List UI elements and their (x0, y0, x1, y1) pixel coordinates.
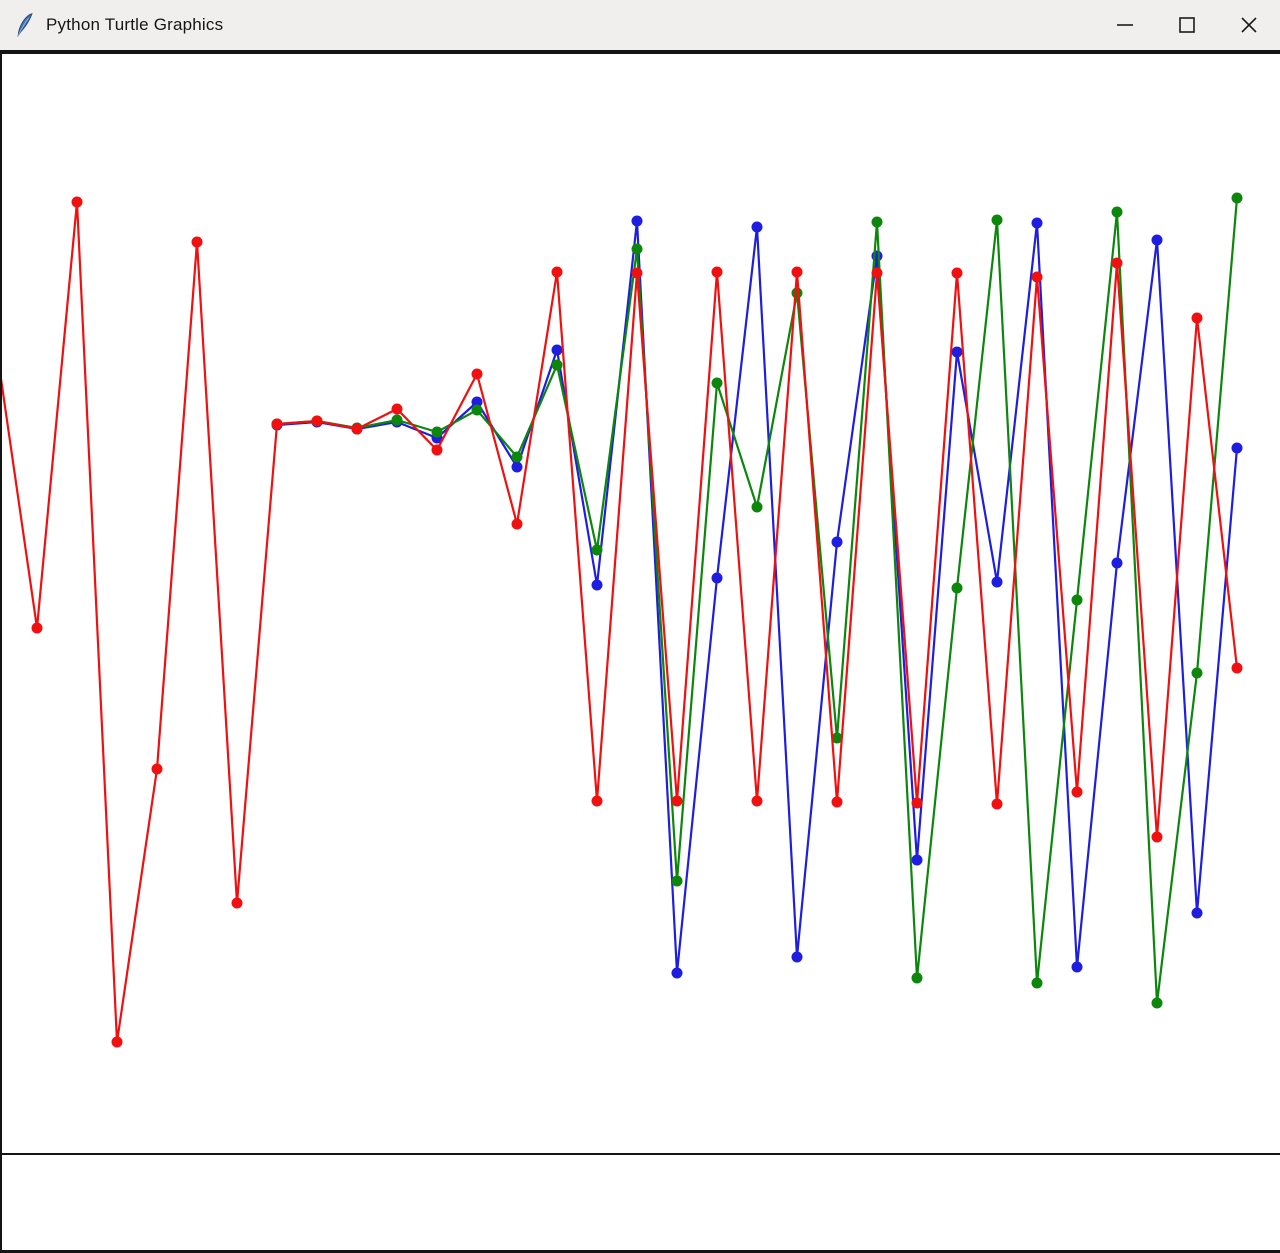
green-series-point (992, 215, 1003, 226)
maximize-button[interactable] (1156, 0, 1218, 50)
red-series-point (312, 416, 323, 427)
blue-series-point (992, 577, 1003, 588)
minimize-button[interactable] (1094, 0, 1156, 50)
green-series-point (752, 502, 763, 513)
blue-series-point (1032, 218, 1043, 229)
green-series-point (432, 427, 443, 438)
green-series-point (1032, 978, 1043, 989)
close-button[interactable] (1218, 0, 1280, 50)
green-series-point (1112, 207, 1123, 218)
red-series-point (392, 404, 403, 415)
green-series-point (1152, 998, 1163, 1009)
red-series-point (672, 796, 683, 807)
red-series-point (112, 1037, 123, 1048)
green-series-point (1232, 193, 1243, 204)
green-series-point (912, 973, 923, 984)
blue-series-point (632, 216, 643, 227)
green-series-point (672, 876, 683, 887)
red-series-point (472, 369, 483, 380)
green-series-point (552, 360, 563, 371)
red-series-point (952, 268, 963, 279)
green-series-point (1192, 668, 1203, 679)
maximize-icon (1176, 14, 1198, 36)
blue-series-point (672, 968, 683, 979)
red-series-point (152, 764, 163, 775)
blue-series-point (712, 573, 723, 584)
minimize-icon (1114, 14, 1136, 36)
window-title: Python Turtle Graphics (46, 15, 223, 35)
green-series-point (1072, 595, 1083, 606)
green-series-point (712, 378, 723, 389)
blue-series-point (512, 462, 523, 473)
red-series-point (1232, 663, 1243, 674)
red-series-point (32, 623, 43, 634)
blue-series-point (752, 222, 763, 233)
red-series-point (832, 797, 843, 808)
close-icon (1238, 14, 1260, 36)
turtle-window: { "window": { "title": "Python Turtle Gr… (0, 0, 1280, 1253)
red-series-point (232, 898, 243, 909)
blue-series-point (1192, 908, 1203, 919)
turtle-canvas (0, 54, 1280, 1153)
red-series-point (552, 267, 563, 278)
green-series-point (592, 545, 603, 556)
green-series-point (872, 217, 883, 228)
red-series-point (592, 796, 603, 807)
blue-series-point (1112, 558, 1123, 569)
red-series-point (872, 268, 883, 279)
line-plot (0, 54, 1280, 1153)
red-series-point (912, 798, 923, 809)
red-series-point (352, 424, 363, 435)
blue-series-point (1232, 443, 1243, 454)
window-lower-strip (0, 1155, 1280, 1250)
red-series-point (752, 796, 763, 807)
red-series-point (432, 445, 443, 456)
red-series-point (792, 267, 803, 278)
blue-series-point (1072, 962, 1083, 973)
blue-series-point (792, 952, 803, 963)
red-series-point (1072, 787, 1083, 798)
blue-series-point (912, 855, 923, 866)
red-series-point (1112, 258, 1123, 269)
red-series-point (632, 268, 643, 279)
titlebar[interactable]: Python Turtle Graphics (0, 0, 1280, 50)
green-series-point (472, 405, 483, 416)
red-series-point (1152, 832, 1163, 843)
green-series-point (632, 244, 643, 255)
red-series-line (0, 202, 1237, 1042)
blue-series-point (1152, 235, 1163, 246)
blue-series-line (277, 221, 1237, 973)
red-series-point (512, 519, 523, 530)
blue-series-point (592, 580, 603, 591)
blue-series-point (552, 345, 563, 356)
red-series-point (992, 799, 1003, 810)
green-series-point (512, 452, 523, 463)
green-series-line (277, 198, 1237, 1003)
red-series-point (1032, 272, 1043, 283)
blue-series-point (832, 537, 843, 548)
red-series-point (712, 267, 723, 278)
green-series-point (392, 415, 403, 426)
red-series-point (272, 419, 283, 430)
red-series-point (72, 197, 83, 208)
blue-series-point (952, 347, 963, 358)
red-series-point (1192, 313, 1203, 324)
red-series-point (192, 237, 203, 248)
green-series-point (792, 288, 803, 299)
green-series-point (952, 583, 963, 594)
python-feather-icon (14, 12, 36, 38)
